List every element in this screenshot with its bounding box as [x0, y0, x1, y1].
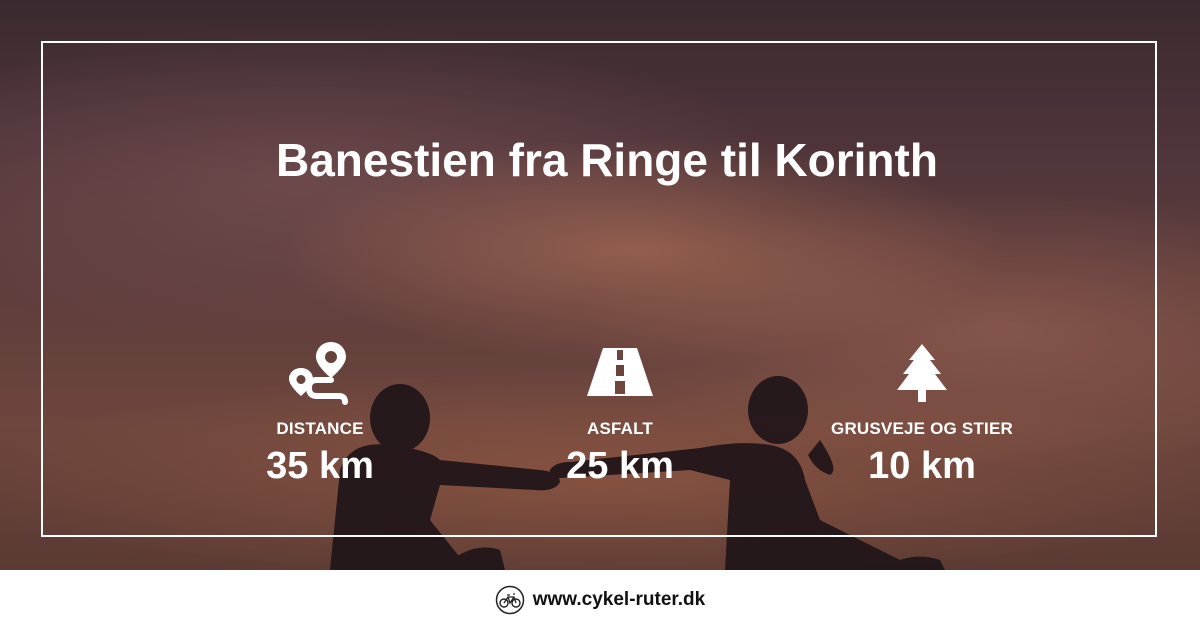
- stat-gravel: GRUSVEJE OG STIER 10 km: [792, 340, 1052, 488]
- stat-distance: DISTANCE 35 km: [190, 340, 450, 488]
- stat-distance-label: DISTANCE: [276, 419, 364, 438]
- stat-gravel-value: 10 km: [868, 445, 976, 487]
- stat-asphalt: ASFALT 25 km: [490, 340, 750, 488]
- stat-asphalt-label: ASFALT: [586, 419, 654, 438]
- stat-gravel-label: GRUSVEJE OG STIER: [831, 419, 1013, 438]
- bicycle-logo-icon: [495, 585, 524, 615]
- route-title: Banestien fra Ringe til Korinth: [276, 134, 938, 186]
- route-icon: [289, 342, 348, 405]
- road-icon: [587, 348, 653, 396]
- stat-asphalt-value: 25 km: [566, 445, 674, 487]
- stat-distance-value: 35 km: [266, 445, 374, 487]
- footer-bar: www.cykel-ruter.dk: [0, 570, 1200, 630]
- footer-site-link[interactable]: www.cykel-ruter.dk: [533, 589, 705, 611]
- pine-tree-icon: [897, 344, 947, 402]
